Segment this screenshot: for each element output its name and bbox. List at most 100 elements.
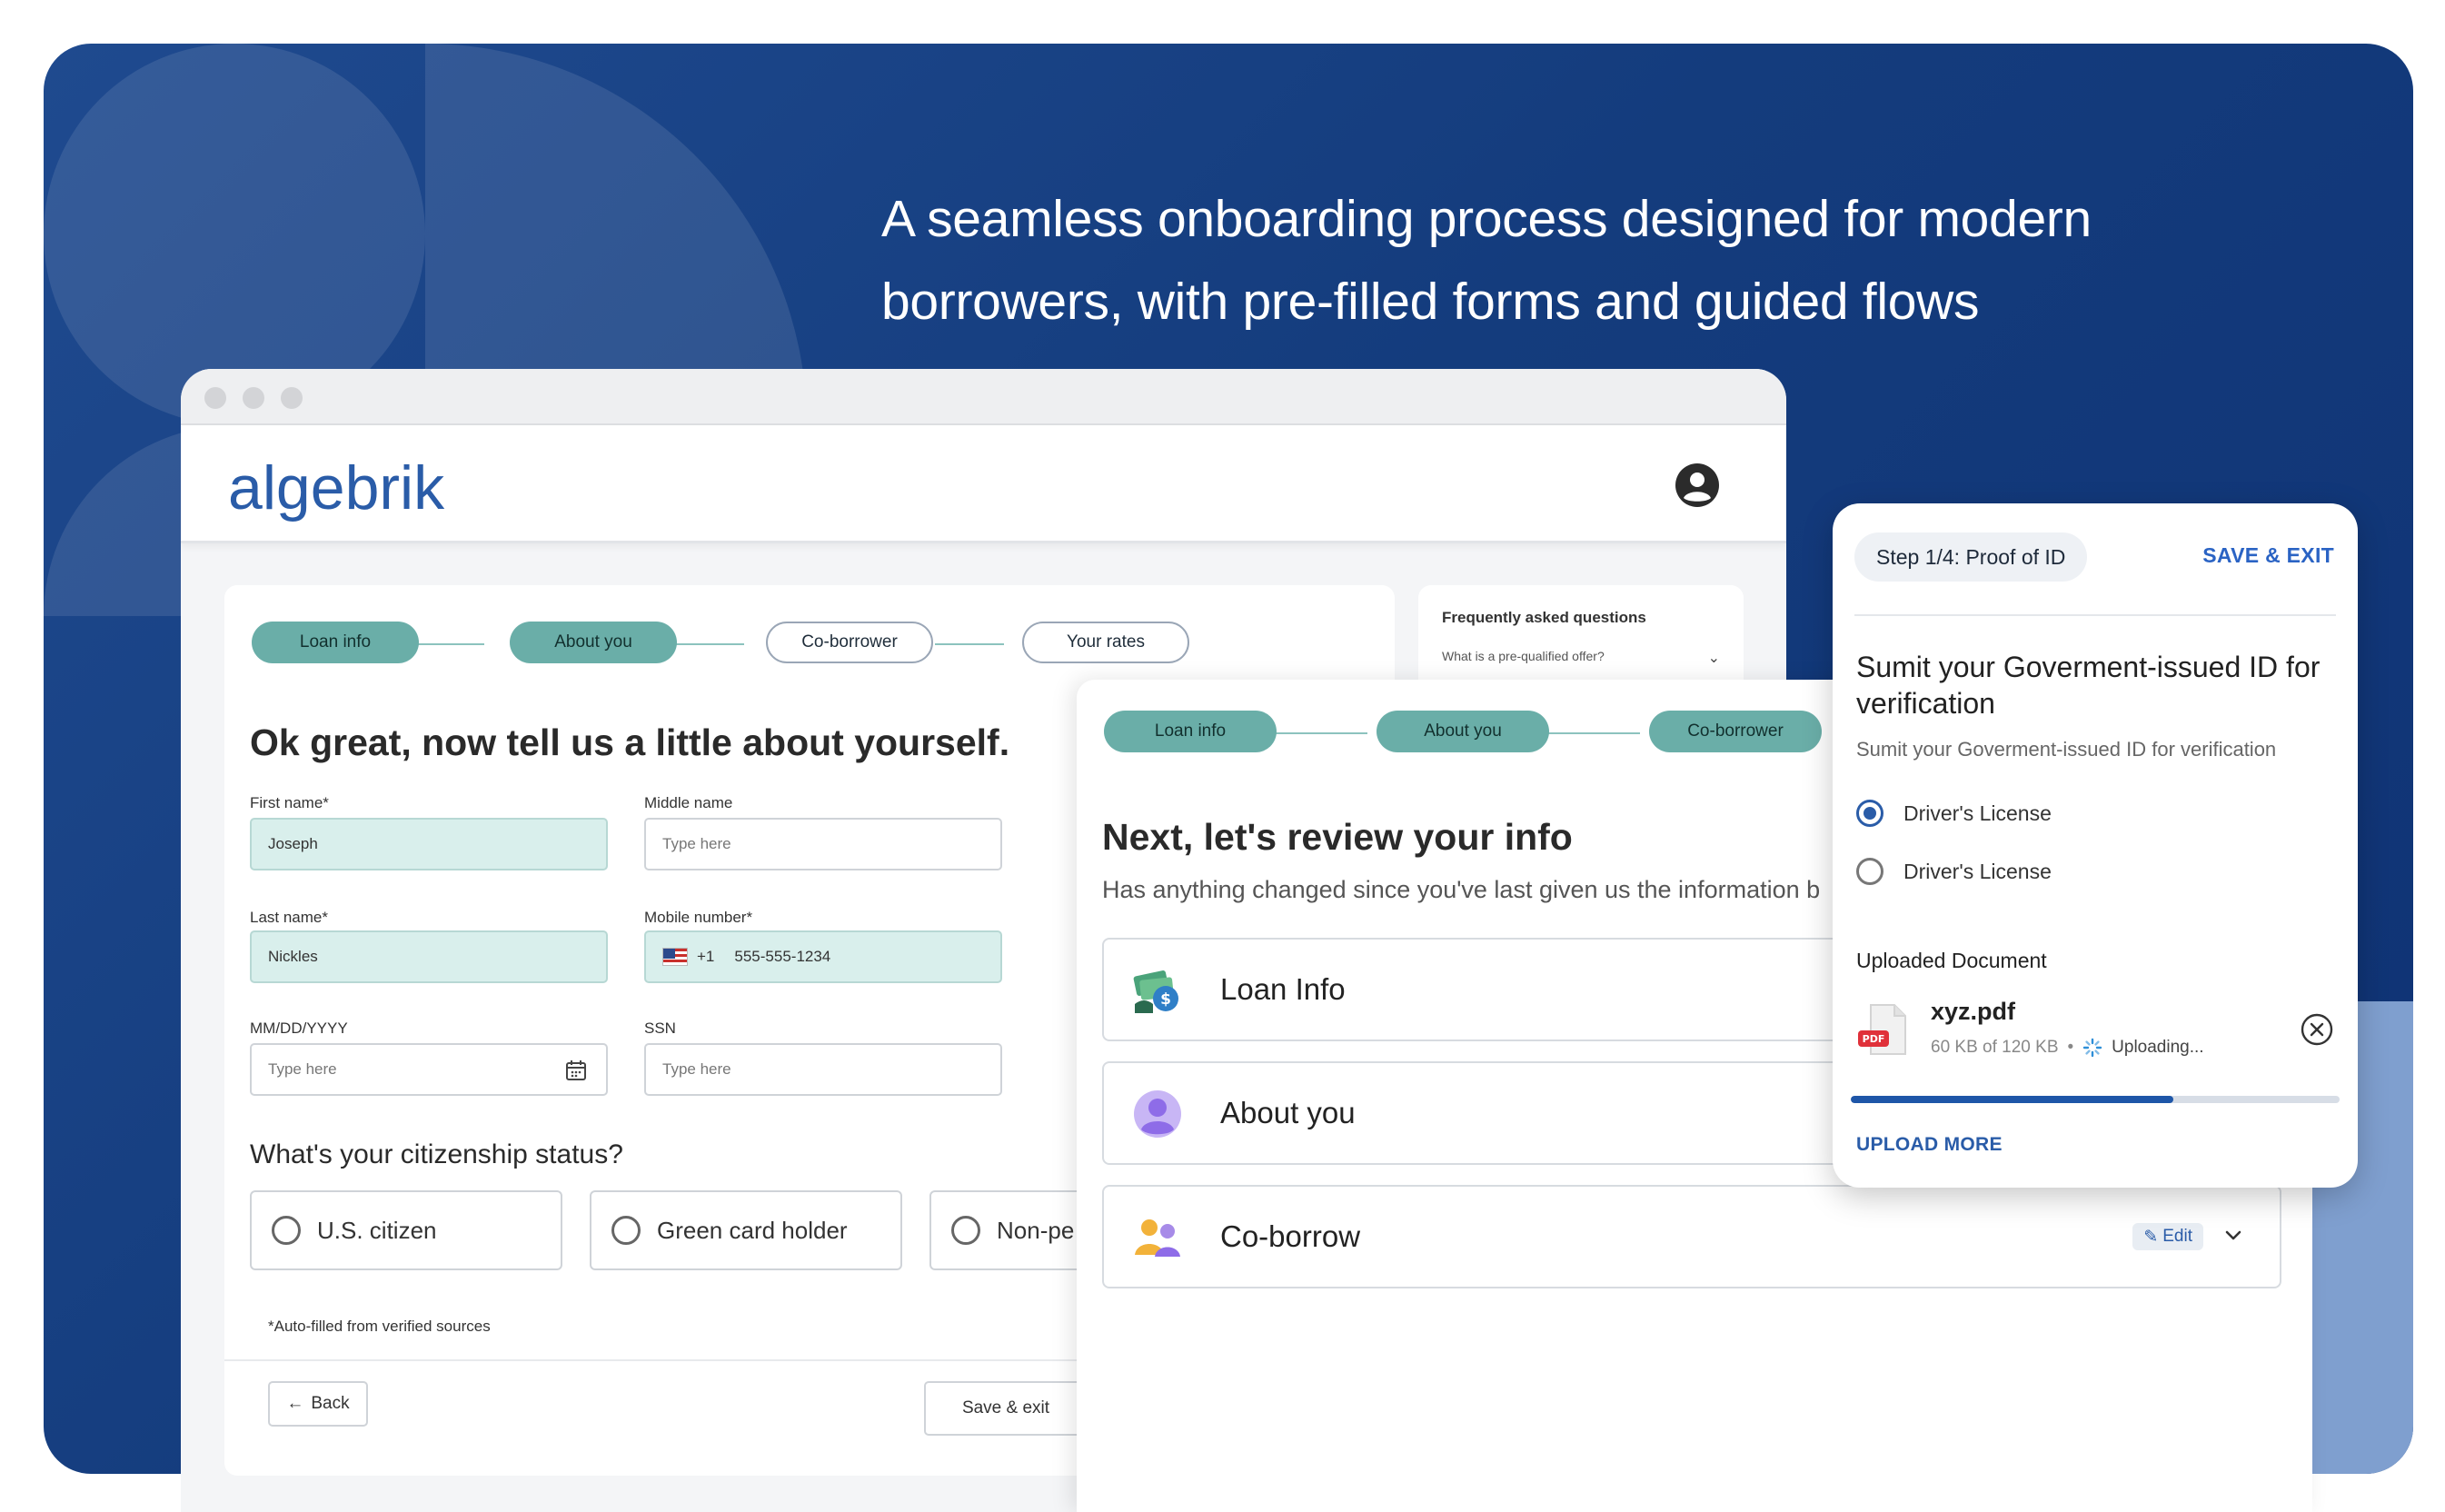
citizenship-option-us-citizen[interactable]: U.S. citizen	[250, 1190, 562, 1270]
pencil-icon: ✎	[2143, 1227, 2159, 1247]
radio-selected-icon[interactable]	[1856, 800, 1883, 827]
proof-of-id-card: Step 1/4: Proof of ID SAVE & EXIT Sumit …	[1833, 503, 2358, 1188]
us-flag-icon[interactable]	[662, 948, 688, 966]
last-name-value: Nickles	[268, 948, 318, 965]
mobile-number-field[interactable]: +1 555-555-1234	[644, 930, 1002, 983]
file-name: xyz.pdf	[1931, 998, 2016, 1025]
save-exit-label: Save & exit	[961, 1398, 1050, 1418]
back-button[interactable]: ← Back	[268, 1381, 368, 1427]
uploaded-document-label: Uploaded Document	[1856, 949, 2047, 972]
algebrik-logo[interactable]: algebrik	[228, 453, 444, 523]
back-button-label: Back	[311, 1394, 350, 1413]
upload-more-button[interactable]: UPLOAD MORE	[1856, 1134, 2003, 1156]
browser-title-bar	[181, 369, 1786, 425]
id-card-subtitle: Sumit your Goverment-issued ID for verif…	[1856, 738, 2277, 761]
step-connector	[935, 643, 1004, 645]
pdf-badge-text: PDF	[1863, 1033, 1885, 1045]
radio-unchecked-icon[interactable]	[611, 1216, 641, 1245]
ssn-placeholder: Type here	[662, 1060, 731, 1078]
headline-line-1: A seamless onboarding process designed f…	[881, 190, 2092, 248]
step-co-borrower[interactable]: Co-borrower	[766, 622, 933, 663]
option-label: Non-pe	[997, 1216, 1075, 1244]
id-option-label: Driver's License	[1903, 859, 2052, 883]
decorative-quarter-circle	[425, 44, 807, 425]
step-your-rates[interactable]: Your rates	[1022, 622, 1189, 663]
last-name-field[interactable]: Nickles	[250, 930, 608, 983]
upload-progress-fill	[1851, 1096, 2174, 1103]
chevron-down-icon[interactable]	[2221, 1223, 2245, 1247]
upload-status: Uploading...	[2112, 1038, 2204, 1057]
last-name-label: Last name*	[250, 909, 328, 926]
first-name-field[interactable]: Joseph	[250, 818, 608, 870]
review-title: Next, let's review your info	[1102, 816, 1573, 858]
step-indicator: Step 1/4: Proof of ID	[1854, 532, 2088, 582]
id-option-label: Driver's License	[1903, 801, 2052, 825]
dob-placeholder: Type here	[268, 1060, 337, 1078]
svg-text:$: $	[1160, 990, 1171, 1009]
divider	[1854, 614, 2336, 616]
id-option-drivers-license-2[interactable]: Driver's License	[1856, 858, 2052, 885]
option-label: Green card holder	[657, 1216, 848, 1244]
faq-question[interactable]: What is a pre-qualified offer?	[1442, 649, 1605, 663]
file-size: 60 KB of 120 KB	[1931, 1038, 2059, 1057]
review-item-label: Loan Info	[1220, 972, 1346, 1006]
review-subtitle: Has anything changed since you've last g…	[1102, 876, 1821, 903]
country-code[interactable]: +1	[697, 948, 714, 966]
loading-spinner-icon	[2082, 1038, 2102, 1058]
id-option-drivers-license[interactable]: Driver's License	[1856, 800, 2052, 827]
step-connector	[1540, 732, 1640, 734]
dob-field[interactable]: Type here	[250, 1043, 608, 1096]
review-item-co-borrower[interactable]: Co-borrow ✎ Edit	[1102, 1185, 2281, 1288]
mobile-number-label: Mobile number*	[644, 909, 753, 926]
step-loan-info[interactable]: Loan info	[1104, 711, 1277, 752]
window-minimize-dot[interactable]	[243, 387, 264, 409]
app-header: algebrik	[181, 425, 1786, 543]
arrow-left-icon: ←	[286, 1394, 304, 1413]
step-about-you[interactable]: About you	[1377, 711, 1549, 752]
file-meta: 60 KB of 120 KB • Uploading...	[1931, 1038, 2204, 1058]
save-exit-button[interactable]: Save & exit	[924, 1381, 1088, 1436]
bullet-separator: •	[2067, 1038, 2074, 1057]
review-item-label: About you	[1220, 1096, 1356, 1129]
step-about-you[interactable]: About you	[510, 622, 677, 663]
window-maximize-dot[interactable]	[281, 387, 303, 409]
window-close-dot[interactable]	[204, 387, 226, 409]
mobile-number-value: 555-555-1234	[734, 948, 831, 965]
middle-name-field[interactable]: Type here	[644, 818, 1002, 870]
review-item-label: Co-borrow	[1220, 1219, 1361, 1253]
decorative-circle	[44, 44, 425, 425]
dob-label: MM/DD/YYYY	[250, 1020, 348, 1037]
step-connector	[675, 643, 744, 645]
close-circle-icon[interactable]	[2300, 1012, 2334, 1047]
person-icon	[1134, 1090, 1181, 1138]
loan-money-icon: $	[1133, 970, 1178, 1013]
calendar-icon[interactable]	[564, 1059, 588, 1082]
headline-line-2: borrowers, with pre-filled forms and gui…	[881, 273, 1980, 331]
user-account-icon[interactable]	[1674, 462, 1721, 509]
save-exit-link[interactable]: SAVE & EXIT	[2202, 543, 2334, 568]
step-co-borrower[interactable]: Co-borrower	[1649, 711, 1822, 752]
ssn-label: SSN	[644, 1020, 676, 1037]
step-connector	[1267, 732, 1367, 734]
citizenship-option-green-card[interactable]: Green card holder	[590, 1190, 902, 1270]
radio-unchecked-icon[interactable]	[1856, 858, 1883, 885]
middle-name-placeholder: Type here	[662, 835, 731, 852]
pdf-file-icon: PDF	[1858, 1004, 1906, 1055]
chevron-down-icon[interactable]: ⌄	[1708, 649, 1720, 667]
first-name-value: Joseph	[268, 835, 318, 852]
people-icon	[1135, 1219, 1180, 1257]
form-title: Ok great, now tell us a little about you…	[250, 721, 1010, 763]
edit-button[interactable]: ✎ Edit	[2132, 1223, 2203, 1250]
step-connector	[415, 643, 484, 645]
step-loan-info[interactable]: Loan info	[252, 622, 419, 663]
radio-unchecked-icon[interactable]	[951, 1216, 980, 1245]
citizenship-question: What's your citizenship status?	[250, 1139, 623, 1169]
faq-title: Frequently asked questions	[1442, 609, 1646, 626]
headline: A seamless onboarding process designed f…	[881, 178, 2244, 343]
radio-unchecked-icon[interactable]	[272, 1216, 301, 1245]
faq-card: Frequently asked questions What is a pre…	[1418, 585, 1744, 694]
option-label: U.S. citizen	[317, 1216, 437, 1244]
autofill-note: *Auto-filled from verified sources	[268, 1318, 491, 1335]
ssn-field[interactable]: Type here	[644, 1043, 1002, 1096]
first-name-label: First name*	[250, 794, 329, 811]
